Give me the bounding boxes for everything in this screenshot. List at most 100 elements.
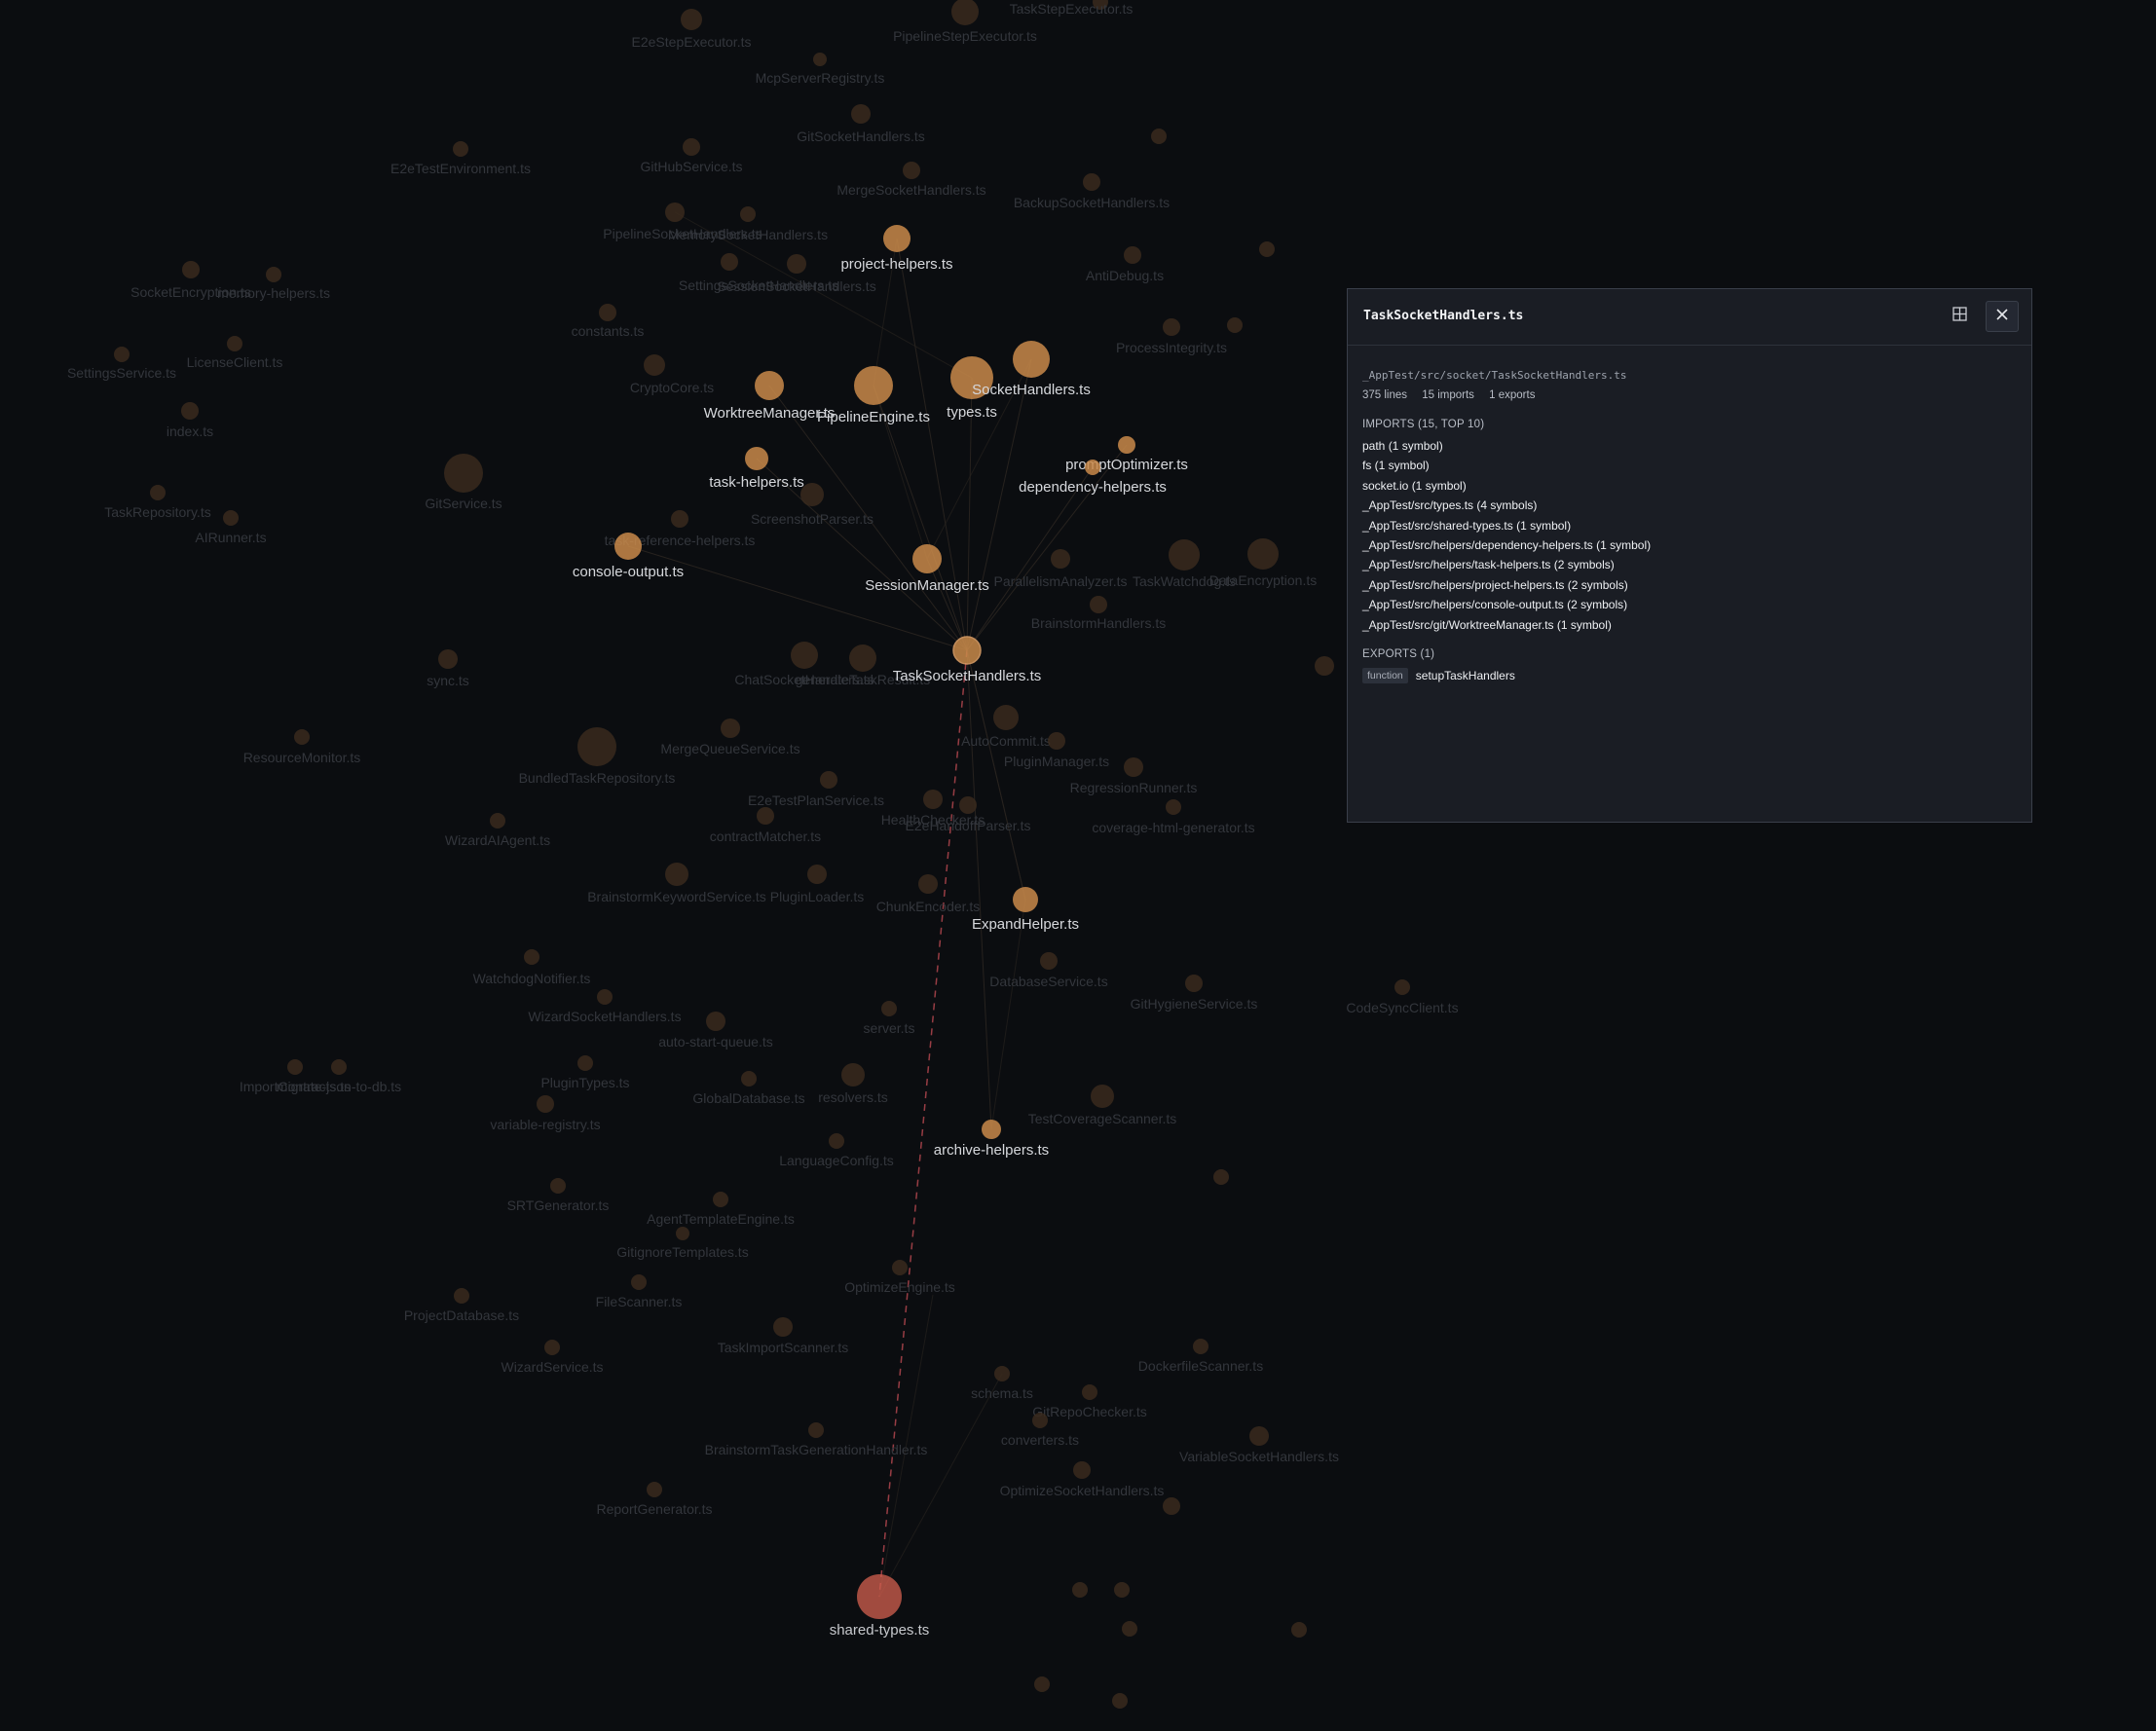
graph-node-dim[interactable] <box>223 510 239 526</box>
graph-node-dim[interactable] <box>713 1192 728 1207</box>
expand-panel-button[interactable] <box>1943 301 1976 332</box>
graph-node-dim[interactable] <box>644 354 665 376</box>
graph-node-dim[interactable] <box>740 206 756 222</box>
graph-node-dim[interactable] <box>993 705 1019 730</box>
graph-node-dim[interactable] <box>444 454 483 493</box>
graph-node-dim[interactable] <box>808 1422 824 1438</box>
graph-node-dim[interactable] <box>331 1059 347 1075</box>
graph-node-dim[interactable] <box>490 813 505 829</box>
import-item[interactable]: _AppTest/src/helpers/console-output.ts (… <box>1362 595 2017 614</box>
import-item[interactable]: socket.io (1 symbol) <box>1362 476 2017 496</box>
graph-node-dim[interactable] <box>1082 1384 1097 1400</box>
graph-node-dim[interactable] <box>892 1260 908 1275</box>
graph-node-dim[interactable] <box>665 203 685 222</box>
graph-node[interactable] <box>1118 436 1135 454</box>
dependency-graph[interactable]: E2eStepExecutor.ts PipelineStepExecutor.t… <box>0 0 2156 1731</box>
graph-node-dim[interactable] <box>706 1012 725 1031</box>
import-item[interactable]: _AppTest/src/types.ts (4 symbols) <box>1362 496 2017 515</box>
graph-node-dim[interactable] <box>597 989 613 1005</box>
import-item[interactable]: _AppTest/src/helpers/task-helpers.ts (2 … <box>1362 555 2017 574</box>
graph-node-dim[interactable] <box>820 771 837 789</box>
import-item[interactable]: fs (1 symbol) <box>1362 456 2017 475</box>
graph-node-dim[interactable] <box>599 304 616 321</box>
graph-node-dim[interactable] <box>1166 799 1181 815</box>
graph-node-dim[interactable] <box>676 1227 689 1240</box>
graph-node-dim[interactable] <box>807 865 827 884</box>
graph-node[interactable] <box>883 225 911 252</box>
graph-node-dim[interactable] <box>849 645 876 672</box>
graph-node-dim[interactable] <box>1083 173 1100 191</box>
graph-node-dim[interactable] <box>1193 1339 1208 1354</box>
graph-node-dim[interactable] <box>438 649 458 669</box>
graph-node-dim[interactable] <box>181 402 199 420</box>
graph-node-dim[interactable] <box>1213 1169 1229 1185</box>
graph-node-dim[interactable] <box>294 729 310 745</box>
graph-node-dim[interactable] <box>1091 1085 1114 1108</box>
export-item[interactable]: function setupTaskHandlers <box>1362 668 2017 684</box>
graph-node-dim[interactable] <box>851 104 871 124</box>
graph-node-dim[interactable] <box>266 267 281 282</box>
graph-node-dim[interactable] <box>791 642 818 669</box>
import-item[interactable]: path (1 symbol) <box>1362 436 2017 456</box>
graph-node-dim[interactable] <box>681 9 702 30</box>
import-item[interactable]: _AppTest/src/shared-types.ts (1 symbol) <box>1362 516 2017 535</box>
graph-node-dim[interactable] <box>923 790 943 809</box>
graph-node[interactable] <box>1013 341 1050 378</box>
graph-node-dim[interactable] <box>524 949 539 965</box>
graph-node-dim[interactable] <box>813 53 827 66</box>
graph-node-dim[interactable] <box>773 1317 793 1337</box>
graph-node[interactable] <box>755 371 784 400</box>
graph-node-dim[interactable] <box>787 254 806 274</box>
graph-node-dim[interactable] <box>994 1366 1010 1381</box>
graph-node-dim[interactable] <box>544 1340 560 1355</box>
graph-node[interactable] <box>912 544 942 573</box>
graph-node-dim[interactable] <box>1249 1426 1269 1446</box>
graph-node-dim[interactable] <box>1090 596 1107 613</box>
graph-node-dim[interactable] <box>631 1274 647 1290</box>
graph-node-dim[interactable] <box>1259 241 1275 257</box>
graph-node-dim[interactable] <box>1291 1622 1307 1638</box>
graph-node-dim[interactable] <box>287 1059 303 1075</box>
graph-node-dim[interactable] <box>1114 1582 1130 1598</box>
graph-node-dim[interactable] <box>577 727 616 766</box>
graph-node-dim[interactable] <box>881 1001 897 1016</box>
graph-node-dim[interactable] <box>1247 538 1279 570</box>
graph-node-dim[interactable] <box>918 874 938 894</box>
graph-node-dim[interactable] <box>114 347 130 362</box>
graph-node-dim[interactable] <box>1048 732 1065 750</box>
graph-node-dim[interactable] <box>1315 656 1334 676</box>
graph-node-dim[interactable] <box>721 718 740 738</box>
graph-node-dim[interactable] <box>1151 129 1167 144</box>
graph-node-dim[interactable] <box>1227 317 1243 333</box>
graph-node-dim[interactable] <box>841 1063 865 1086</box>
graph-node-dim[interactable] <box>1072 1582 1088 1598</box>
graph-node-dim[interactable] <box>1124 757 1143 777</box>
graph-node-dim[interactable] <box>1112 1693 1128 1709</box>
graph-node[interactable] <box>745 447 768 470</box>
graph-node-dim[interactable] <box>537 1095 554 1113</box>
graph-node-dim[interactable] <box>577 1055 593 1071</box>
graph-node-dim[interactable] <box>454 1288 469 1304</box>
graph-node-dim[interactable] <box>757 807 774 825</box>
import-item[interactable]: _AppTest/src/helpers/dependency-helpers.… <box>1362 535 2017 555</box>
graph-canvas[interactable]: E2eStepExecutor.ts PipelineStepExecutor.t… <box>0 0 2156 1731</box>
graph-node-dim[interactable] <box>1394 979 1410 995</box>
graph-node-dim[interactable] <box>150 485 166 500</box>
graph-node-dim[interactable] <box>959 796 977 814</box>
graph-node[interactable] <box>614 533 642 560</box>
graph-node-dim[interactable] <box>1034 1676 1050 1692</box>
graph-node[interactable] <box>1013 887 1038 912</box>
graph-node-dim[interactable] <box>671 510 688 528</box>
graph-node-dim[interactable] <box>453 141 468 157</box>
graph-node-selected[interactable] <box>952 636 982 665</box>
graph-node-dim[interactable] <box>683 138 700 156</box>
graph-node-dim[interactable] <box>1032 1413 1048 1428</box>
graph-node-dim[interactable] <box>741 1071 757 1086</box>
graph-node-dim[interactable] <box>1040 952 1058 970</box>
import-item[interactable]: _AppTest/src/helpers/project-helpers.ts … <box>1362 575 2017 595</box>
graph-node-dim[interactable] <box>182 261 200 278</box>
graph-node-dim[interactable] <box>1124 246 1141 264</box>
graph-node-dim[interactable] <box>1122 1621 1137 1637</box>
graph-node-dim[interactable] <box>1163 1497 1180 1515</box>
graph-node-dim[interactable] <box>227 336 242 351</box>
